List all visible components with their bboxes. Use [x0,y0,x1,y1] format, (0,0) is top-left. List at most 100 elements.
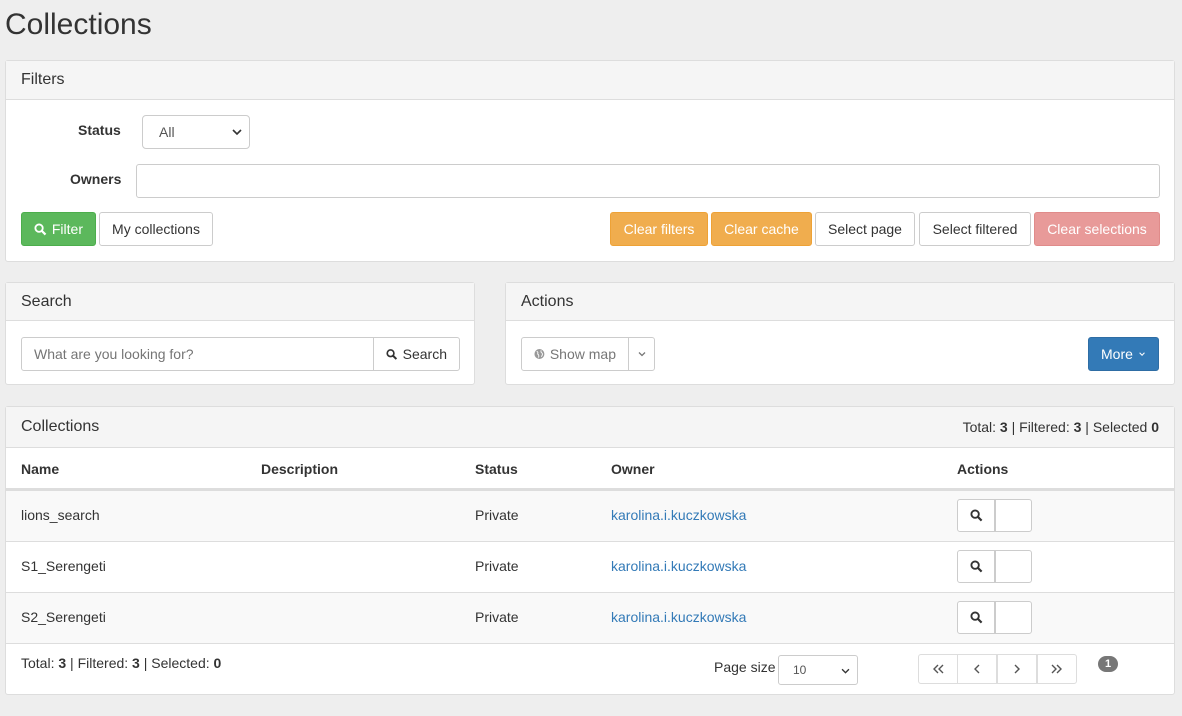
trash-icon [1009,561,1018,573]
filters-panel: Filters Status All Owners Filter My coll… [5,60,1175,262]
row-name: S2_Serengeti [21,609,106,625]
row-owner-link[interactable]: karolina.i.kuczkowska [611,558,746,574]
show-map-button[interactable]: Show map [521,337,629,371]
filters-heading-text: Filters [21,71,65,88]
summary-total: 3 [999,419,1008,435]
clear-cache-button[interactable]: Clear cache [711,212,812,246]
table-row: S2_Serengeti Private karolina.i.kuczkows… [6,592,1174,643]
first-page-button[interactable] [918,654,958,684]
search-input[interactable] [21,337,374,371]
table-row: lions_search Private karolina.i.kuczkows… [6,490,1174,541]
chevron-left-icon [974,664,980,674]
current-page-badge: 1 [1098,656,1119,672]
summary-filtered: 3 [1073,419,1082,435]
search-button-label: Search [402,346,447,362]
table-row: S1_Serengeti Private karolina.i.kuczkows… [6,541,1174,592]
filter-button[interactable]: Filter [21,212,96,246]
select-page-label: Select page [828,221,902,237]
row-status: Private [475,609,519,625]
show-map-dropdown-toggle[interactable] [628,337,655,371]
summary-filtered-label: Filtered: [1019,419,1070,435]
clear-cache-label: Clear cache [724,221,799,237]
collections-heading: Collections Total: 3 | Filtered: 3 | Sel… [6,407,1174,448]
actions-panel: Actions Show map More [505,282,1175,385]
search-icon [969,509,982,522]
chevron-down-icon [638,352,645,357]
page-size-value: 10 [793,663,807,677]
footer-selected-label: Selected: [151,655,210,671]
search-button[interactable]: Search [373,337,460,371]
collections-heading-text: Collections [21,418,100,435]
delete-button[interactable] [995,499,1032,532]
status-select-value: All [159,124,175,140]
footer-total-label: Total: [21,655,55,671]
select-page-button[interactable]: Select page [815,212,915,246]
trash-icon [1009,612,1018,624]
clear-selections-button[interactable]: Clear selections [1034,212,1160,246]
actions-heading: Actions [506,283,1174,321]
collections-summary: Total: 3 | Filtered: 3 | Selected 0 [962,419,1159,435]
view-button[interactable] [957,550,995,583]
view-button[interactable] [957,601,995,634]
column-header-description[interactable]: Description [261,461,338,477]
row-status: Private [475,558,519,574]
column-header-actions: Actions [957,461,1009,477]
more-button-label: More [1101,346,1133,362]
column-header-owner[interactable]: Owner [611,461,655,477]
owners-input[interactable] [136,164,1160,198]
row-owner-link[interactable]: karolina.i.kuczkowska [611,507,746,523]
next-page-button[interactable] [997,654,1037,684]
delete-button[interactable] [995,601,1032,634]
prev-page-button[interactable] [957,654,997,684]
last-page-button[interactable] [1037,654,1077,684]
chevron-down-icon [841,668,850,674]
row-status: Private [475,507,519,523]
chevron-down-icon [1139,352,1145,356]
globe-icon [534,349,545,359]
page-size-select[interactable]: 10 [778,655,858,685]
trash-icon [1009,510,1018,522]
status-select[interactable]: All [142,115,250,149]
footer-filtered: 3 [132,655,140,671]
summary-selected: 0 [1151,419,1159,435]
pagination [918,654,1078,684]
owners-label: Owners [70,171,122,187]
search-panel: Search Search [5,282,475,385]
summary-total-label: Total: [962,419,997,435]
column-header-name[interactable]: Name [21,461,59,477]
delete-button[interactable] [995,550,1032,583]
search-icon [969,560,982,573]
search-icon [969,611,982,624]
double-chevron-right-icon [1051,664,1062,674]
select-filtered-button[interactable]: Select filtered [919,212,1031,246]
table-header: Name Description Status Owner Actions [6,448,1174,490]
summary-selected-label: Selected [1092,419,1148,435]
footer-total: 3 [58,655,67,671]
filters-heading: Filters [6,61,1174,100]
search-icon [34,223,47,235]
status-label: Status [78,122,121,138]
table-footer: Total: 3 | Filtered: 3 | Selected: 0 Pag… [6,643,1174,695]
column-header-status[interactable]: Status [475,461,518,477]
more-button[interactable]: More [1088,337,1159,371]
search-heading-text: Search [21,292,72,310]
view-button[interactable] [957,499,995,532]
show-map-label: Show map [549,346,616,362]
clear-selections-label: Clear selections [1047,221,1147,237]
row-name: lions_search [21,507,100,523]
clear-filters-button[interactable]: Clear filters [610,212,708,246]
search-icon [386,348,398,360]
select-filtered-label: Select filtered [932,221,1018,237]
chevron-right-icon [1014,664,1020,674]
actions-heading-text: Actions [521,292,574,310]
chevron-down-icon [232,129,242,136]
row-name: S1_Serengeti [21,558,106,574]
my-collections-button[interactable]: My collections [99,212,213,246]
filter-button-label: Filter [51,221,83,237]
row-owner-link[interactable]: karolina.i.kuczkowska [611,609,746,625]
footer-summary: Total: 3 | Filtered: 3 | Selected: 0 [21,655,222,671]
page-title: Collections [5,8,152,41]
double-chevron-left-icon [933,664,944,674]
footer-filtered-label: Filtered: [77,655,129,671]
search-heading: Search [6,283,474,321]
